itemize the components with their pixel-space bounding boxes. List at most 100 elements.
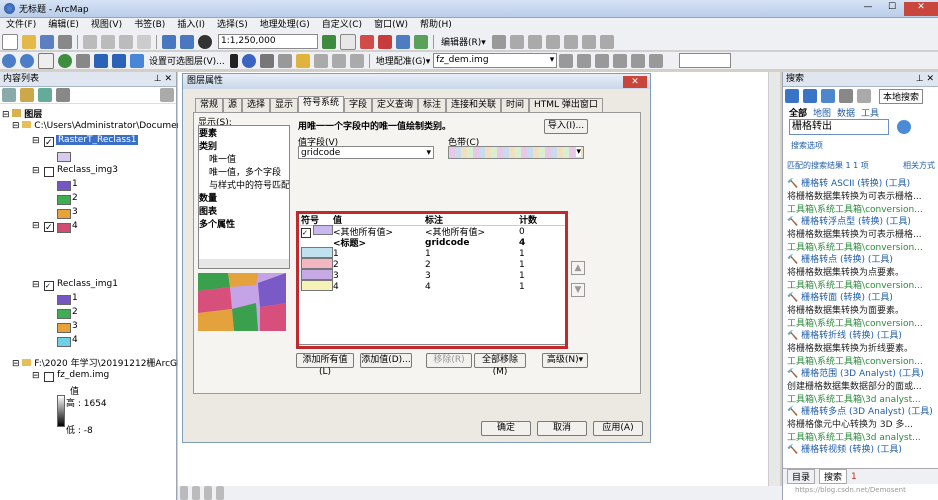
dialog-tab[interactable]: 标注 (418, 98, 447, 112)
cancel-button[interactable]: 取消 (537, 421, 587, 436)
menu-item[interactable]: 视图(V) (91, 18, 122, 33)
editor-toolbar-icon[interactable] (322, 34, 336, 49)
rotate-icon[interactable] (563, 34, 578, 49)
time-slider-icon[interactable] (331, 53, 346, 68)
fixed-zoom-icon[interactable] (76, 53, 90, 68)
zoom-in-icon[interactable] (2, 53, 16, 68)
search-result[interactable]: 🔨 栅格转多点 (3D Analyst) (工具) 将栅格像元中心转换为 3D 多… (787, 404, 937, 443)
arctoolbox-icon[interactable] (378, 34, 392, 49)
dialog-tab[interactable]: 字段 (344, 98, 373, 112)
search-result[interactable]: 🔨 栅格转面 (转换) (工具) 将栅格数据集转换为面要素。 工具箱\系统工具箱\c… (787, 290, 937, 329)
horizontal-scrollbar[interactable] (199, 259, 289, 268)
search-mode-select[interactable]: 本地搜索 (879, 88, 924, 104)
dropdown-icon[interactable] (349, 53, 364, 68)
list-by-selection-icon[interactable] (56, 88, 70, 102)
result-title[interactable]: 🔨 栅格转多点 (3D Analyst) (工具) (787, 404, 937, 417)
show-item[interactable]: 唯一值，多个字段 (199, 165, 289, 178)
back-extent-icon[interactable] (94, 53, 108, 68)
georef-rotate-icon[interactable] (577, 53, 592, 68)
georef-table-icon[interactable] (613, 53, 628, 68)
data-view-icon[interactable] (180, 486, 188, 500)
show-item[interactable]: 类别 (199, 139, 289, 152)
suggest-link[interactable]: 匹配的搜索结果 1 1 项 (787, 160, 869, 171)
workspace-f[interactable]: ⊟ F:\2020 年学习\20191212栅ArcGI (12, 356, 180, 369)
dialog-tab[interactable]: 显示 (270, 98, 299, 112)
dialog-tab[interactable]: 连接和关联 (446, 98, 502, 112)
catalog-tab[interactable]: 目录 (787, 469, 816, 484)
selected-layer[interactable]: RasterT_Reclass1 (56, 135, 139, 145)
map-vertical-scrollbar[interactable] (768, 72, 780, 486)
menu-item[interactable]: 编辑(E) (48, 18, 79, 33)
find-icon[interactable] (259, 53, 274, 68)
workspace-c[interactable]: ⊟ C:\Users\Administrator\Documen (12, 121, 182, 131)
result-title[interactable]: 🔨 栅格转面 (转换) (工具) (787, 290, 937, 303)
search-tab[interactable]: 搜索 (819, 469, 848, 484)
layer-visibility-checkbox[interactable] (44, 372, 54, 382)
forward-extent-icon[interactable] (112, 53, 126, 68)
split-icon[interactable] (545, 34, 560, 49)
search-result[interactable]: 🔨 栅格转视频 (转换) (工具) (787, 442, 937, 455)
georef-control-icon[interactable] (595, 53, 610, 68)
show-item[interactable]: 要素 (199, 126, 289, 139)
search-result[interactable]: 🔨 栅格范围 (3D Analyst) (工具) 创建栅格数据集数据部分的面或..… (787, 366, 937, 405)
save-icon[interactable] (40, 34, 54, 49)
show-item[interactable]: 数量 (199, 191, 289, 204)
result-title[interactable]: 🔨 栅格转视频 (转换) (工具) (787, 442, 937, 455)
hyperlink-icon[interactable] (295, 53, 310, 68)
cut-icon[interactable] (83, 34, 97, 49)
undo-icon[interactable] (162, 34, 176, 49)
edit-tool-icon[interactable] (491, 34, 506, 49)
result-title[interactable]: 🔨 栅格转浮点型 (转换) (工具) (787, 214, 937, 227)
list-by-source-icon[interactable] (20, 88, 34, 102)
search-icon[interactable] (897, 120, 911, 134)
editor-menu[interactable]: 编辑器(R)▾ (441, 35, 486, 48)
dialog-tab[interactable]: 源 (223, 98, 243, 112)
search-result[interactable]: 🔨 栅格转点 (转换) (工具) 将栅格数据集转换为点要素。 工具箱\系统工具箱\c… (787, 252, 937, 291)
show-item[interactable]: 图表 (199, 204, 289, 217)
georeferencing-menu[interactable]: 地理配准(G)▾ (376, 54, 431, 67)
move-up-button[interactable]: ▲ (571, 261, 585, 275)
menu-item[interactable]: 地理处理(G) (260, 18, 310, 33)
add-values-button[interactable]: 添加值(D)... (360, 353, 412, 368)
search-result[interactable]: 🔨 栅格转 ASCII (转换) (工具) 将栅格数据集转换为可表示栅格... 工具… (787, 176, 937, 215)
result-title[interactable]: 🔨 栅格转 ASCII (转换) (工具) (787, 176, 937, 189)
pause-icon[interactable] (216, 486, 224, 500)
layout-view-icon[interactable] (192, 486, 200, 500)
catalog-icon[interactable] (360, 34, 374, 49)
filter-maps[interactable]: 地图 (813, 106, 831, 119)
search-options-icon[interactable] (857, 89, 871, 103)
maximize-button[interactable]: ☐ (880, 2, 904, 16)
menu-item[interactable]: 帮助(H) (420, 18, 452, 33)
pin-icon[interactable]: ⊥ ✕ (154, 72, 172, 86)
move-down-button[interactable]: ▼ (571, 283, 585, 297)
dialog-tab[interactable]: 时间 (501, 98, 530, 112)
toc-layer-name[interactable]: fz_dem.img (57, 370, 109, 380)
scale-box[interactable]: 1:1,250,000 (218, 34, 318, 49)
sort-link[interactable]: 相关方式 (903, 160, 935, 171)
remove-all-button[interactable]: 全部移除(M) (474, 353, 526, 377)
list-by-visibility-icon[interactable] (38, 88, 52, 102)
result-title[interactable]: 🔨 栅格转折线 (转换) (工具) (787, 328, 937, 341)
menu-item[interactable]: 文件(F) (6, 18, 36, 33)
table-icon[interactable] (340, 33, 356, 50)
refresh-icon[interactable] (204, 486, 212, 500)
dialog-tab[interactable]: 选择 (242, 98, 271, 112)
python-icon[interactable] (396, 34, 410, 49)
result-title[interactable]: 🔨 栅格转点 (转换) (工具) (787, 252, 937, 265)
html-popup-icon[interactable] (313, 53, 328, 68)
select-features-icon[interactable] (130, 53, 144, 68)
toc-expand-icon[interactable]: ⊟ (32, 280, 40, 290)
modelbuilder-icon[interactable] (414, 34, 428, 49)
index-icon[interactable] (839, 89, 853, 103)
copy-icon[interactable] (101, 34, 115, 49)
apply-button[interactable]: 应用(A) (593, 421, 643, 436)
add-all-values-button[interactable]: 添加所有值(L) (296, 353, 354, 377)
add-data-icon[interactable] (198, 34, 212, 49)
layers-root[interactable]: ⊟ 图层 (2, 107, 42, 120)
full-extent-icon[interactable] (58, 53, 72, 68)
dialog-tab[interactable]: 定义查询 (372, 98, 419, 112)
paste-icon[interactable] (119, 34, 133, 49)
toc-layer-name[interactable]: Reclass_img3 (57, 165, 118, 175)
measure-icon[interactable] (277, 53, 292, 68)
close-button[interactable]: ✕ (904, 1, 938, 16)
